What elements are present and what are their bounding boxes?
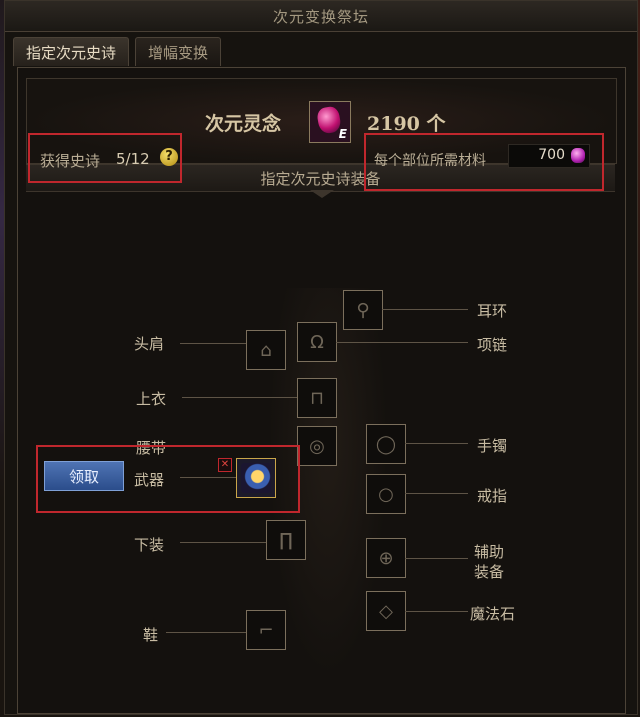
slot-shoes[interactable]: ⌐: [246, 610, 286, 650]
connector-line: [166, 632, 246, 633]
pants-icon: ∏: [279, 529, 293, 551]
material-value: 700: [538, 147, 565, 163]
material-field: 700: [508, 144, 590, 168]
slot-label-necklace: 项链: [477, 336, 508, 354]
earring-icon: ⚲: [356, 299, 370, 321]
slot-label-top: 上衣: [136, 390, 167, 408]
slot-label-ring: 戒指: [477, 487, 508, 505]
shoulder-icon: ⌂: [260, 339, 272, 361]
slot-top[interactable]: ⊓: [297, 378, 337, 418]
slot-label-weapon: 武器: [134, 471, 165, 489]
window-title: 次元变换祭坛: [5, 1, 637, 32]
diamond-icon: ◇: [379, 600, 393, 622]
slot-belt[interactable]: ◎: [297, 426, 337, 466]
slot-necklace[interactable]: Ω: [297, 322, 337, 362]
slot-label-earring: 耳环: [477, 302, 508, 320]
top-icon: ⊓: [309, 387, 325, 409]
claim-button[interactable]: 领取: [44, 461, 124, 491]
slot-label-shoulder: 头肩: [134, 335, 165, 353]
connector-line: [180, 343, 246, 344]
shoes-icon: ⌐: [258, 619, 274, 641]
connector-line: [180, 542, 266, 543]
tab-designated-epic[interactable]: 指定次元史诗: [13, 37, 130, 66]
slot-label-shoes: 鞋: [143, 626, 159, 644]
epic-obtained-value: 5/12: [116, 150, 150, 168]
weapon-item-icon: [241, 463, 271, 493]
slot-label-subequip-2: 装备: [474, 563, 505, 581]
slot-pants[interactable]: ∏: [266, 520, 306, 560]
material-gem-icon: [571, 148, 585, 163]
connector-line: [405, 443, 468, 444]
subequip-icon: ⊕: [378, 547, 394, 569]
connector-line: [405, 493, 468, 494]
connector-line: [182, 397, 297, 398]
connector-line: [180, 477, 236, 478]
slot-earring[interactable]: ⚲: [343, 290, 383, 330]
ring-icon: ○: [378, 483, 394, 505]
tab-bar: 指定次元史诗 增幅变换: [13, 37, 222, 67]
dimension-spirit-gem-icon: E: [309, 101, 351, 143]
chevron-down-icon: [310, 190, 334, 198]
belt-icon: ◎: [309, 435, 325, 457]
currency-count: 2190 个: [367, 113, 446, 135]
slot-label-bracelet: 手镯: [477, 437, 508, 455]
slot-label-magicstone: 魔法石: [470, 605, 516, 623]
remove-weapon-icon[interactable]: ✕: [218, 458, 232, 472]
currency-label: 次元灵念: [205, 113, 282, 135]
epic-obtained-label: 获得史诗: [40, 152, 101, 170]
connector-line: [336, 342, 468, 343]
help-icon[interactable]: ?: [160, 148, 178, 166]
slot-weapon[interactable]: [236, 458, 276, 498]
slot-shoulder[interactable]: ⌂: [246, 330, 286, 370]
slot-label-pants: 下装: [134, 536, 165, 554]
connector-line: [405, 558, 468, 559]
slot-magicstone[interactable]: ◇: [366, 591, 406, 631]
slot-ring[interactable]: ○: [366, 474, 406, 514]
slot-subequip[interactable]: ⊕: [366, 538, 406, 578]
tab-amplify-transform[interactable]: 增幅变换: [135, 37, 222, 66]
slot-bracelet[interactable]: ◯: [366, 424, 406, 464]
connector-line: [405, 611, 468, 612]
connector-line: [382, 309, 468, 310]
material-label: 每个部位所需材料: [374, 153, 486, 169]
necklace-icon: Ω: [310, 331, 324, 353]
bracelet-icon: ◯: [375, 433, 397, 455]
slot-label-subequip-1: 辅助: [474, 543, 505, 561]
gem-letter: E: [338, 127, 347, 141]
